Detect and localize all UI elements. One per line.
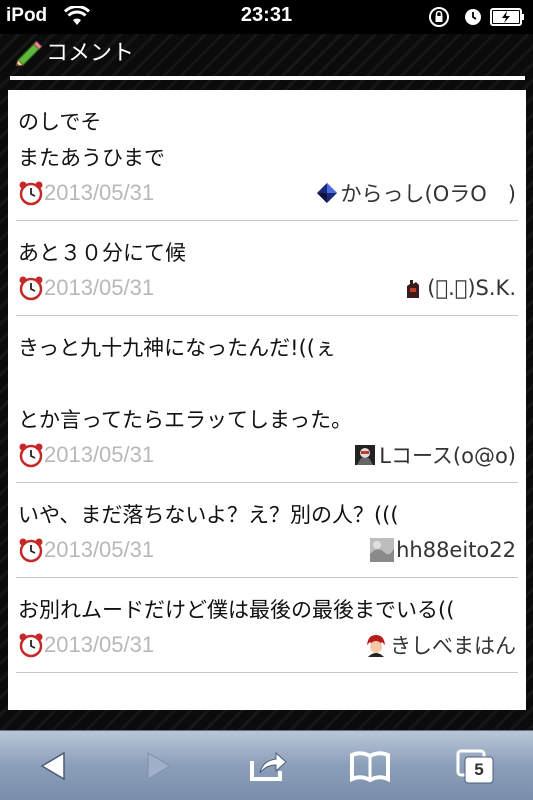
comment-item: のしでそ またあうひまで 2013/05/31 からっし(OラO )	[16, 90, 518, 221]
rotation-lock-icon	[429, 7, 449, 27]
alarm-clock-icon	[19, 443, 43, 468]
forward-arrow-icon[interactable]	[138, 745, 182, 787]
alarm-clock-icon	[19, 538, 43, 563]
alarm-status-icon	[465, 9, 481, 25]
status-bar: iPod 23:31	[0, 0, 533, 34]
comment-text-line: お別れムードだけど僕は最後の最後までいる((	[18, 598, 455, 622]
comment-meta: 2013/05/31 hh88eito22	[18, 535, 516, 571]
bookmarks-icon[interactable]	[348, 745, 392, 787]
alarm-clock-icon	[19, 181, 43, 206]
red-hair-avatar-icon	[364, 633, 388, 657]
diamond-avatar-icon	[316, 183, 337, 203]
tabs-count: 5	[474, 760, 484, 779]
comment-date: 2013/05/31	[44, 180, 155, 205]
section-title: コメント	[46, 41, 135, 66]
back-arrow-icon[interactable]	[30, 745, 74, 787]
battery-icon	[490, 8, 524, 26]
status-time: 23:31	[240, 4, 293, 26]
header-divider	[10, 76, 525, 80]
comment-author-name: hh88eito22	[396, 538, 516, 562]
share-icon[interactable]	[246, 745, 290, 787]
comment-author[interactable]: hh88eito22	[370, 535, 516, 565]
comment-author[interactable]: Lコース(o@o)	[353, 440, 516, 470]
comment-meta: 2013/05/31 からっし(OラO )	[18, 178, 516, 214]
comment-text-line: きっと九十九神になったんだ!((ぇ	[18, 336, 336, 360]
comment-meta: 2013/05/31 (ﾟ.ﾟ)S.K.	[18, 273, 516, 309]
comment-author-name: からっし(OラO )	[340, 182, 516, 206]
comment-text-line: とか言ってたらエラッてしまった。	[18, 408, 353, 432]
comment-author-name: (ﾟ.ﾟ)S.K.	[427, 276, 516, 300]
alarm-clock-icon	[19, 633, 43, 658]
pencil-icon	[15, 40, 42, 66]
comment-author[interactable]: からっし(OラO )	[315, 178, 516, 208]
comment-text-line: あと３０分にて候	[18, 241, 186, 265]
comment-meta: 2013/05/31 きしべまはん	[18, 630, 516, 666]
comment-meta: 2013/05/31 Lコース(o@o)	[18, 440, 516, 476]
comment-item: お別れムードだけど僕は最後の最後までいる(( 2013/05/31 きしべまはん	[16, 578, 518, 673]
comment-date: 2013/05/31	[44, 537, 155, 562]
comments-panel[interactable]: のしでそ またあうひまで 2013/05/31 からっし(OラO ) あと３０分…	[8, 90, 526, 710]
comment-item: きっと九十九神になったんだ!((ぇ とか言ってたらエラッてしまった。 2013/…	[16, 316, 518, 483]
comment-text-line	[18, 366, 516, 402]
comment-author[interactable]: (ﾟ.ﾟ)S.K.	[401, 273, 516, 303]
comment-author[interactable]: きしべまはん	[364, 630, 516, 660]
hand-avatar-icon	[407, 280, 420, 298]
comment-text-line: またあうひまで	[18, 146, 165, 170]
comment-text-line: のしでそ	[18, 110, 102, 134]
alarm-clock-icon	[19, 276, 43, 301]
blurred-avatar-icon	[370, 538, 395, 562]
comment-text-line: いや、まだ落ちないよ？え？別の人？(((	[18, 503, 399, 527]
comment-date: 2013/05/31	[44, 632, 155, 657]
tabs-button[interactable]: 5	[454, 745, 498, 787]
comment-date: 2013/05/31	[44, 442, 155, 467]
comment-author-name: Lコース(o@o)	[379, 444, 516, 468]
comment-item: あと３０分にて候 2013/05/31 (ﾟ.ﾟ)S.K.	[16, 221, 518, 316]
section-header: コメント	[10, 34, 525, 76]
browser-toolbar: 5	[0, 730, 533, 800]
comment-date: 2013/05/31	[44, 275, 155, 300]
comment-item: いや、まだ落ちないよ？え？別の人？((( 2013/05/31 hh88eito…	[16, 483, 518, 578]
comment-author-name: きしべまはん	[390, 634, 516, 658]
character-avatar-icon	[355, 445, 376, 465]
